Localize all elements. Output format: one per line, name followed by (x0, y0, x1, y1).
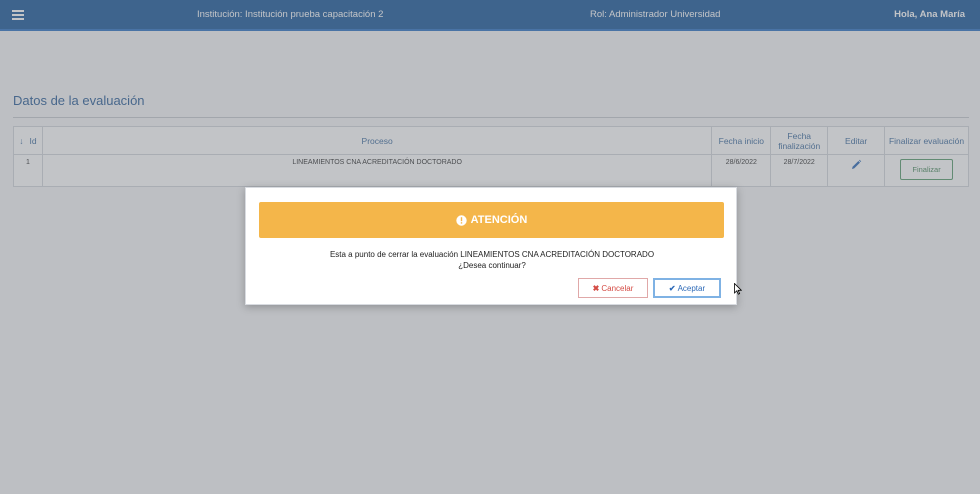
accept-button[interactable]: ✔ Aceptar (653, 278, 721, 298)
dialog-message-line-2: ¿Desea continuar? (458, 261, 526, 270)
dialog-message-line-1: Esta a punto de cerrar la evaluación LIN… (329, 250, 655, 259)
cancel-label: Cancelar (601, 283, 634, 293)
dialog-message: Esta a punto de cerrar la evaluación LIN… (246, 249, 738, 271)
confirmation-dialog: ATENCIÓN Esta a punto de cerrar la evalu… (245, 187, 737, 305)
dialog-title: ATENCIÓN (470, 214, 528, 226)
mouse-cursor-icon (734, 282, 743, 295)
close-icon: ✖ (592, 283, 600, 293)
cancel-button[interactable]: ✖ Cancelar (578, 278, 648, 298)
check-icon: ✔ (668, 283, 676, 293)
dialog-header: ATENCIÓN (259, 202, 724, 238)
accept-label: Aceptar (677, 283, 706, 293)
exclamation-circle-icon (455, 214, 467, 226)
